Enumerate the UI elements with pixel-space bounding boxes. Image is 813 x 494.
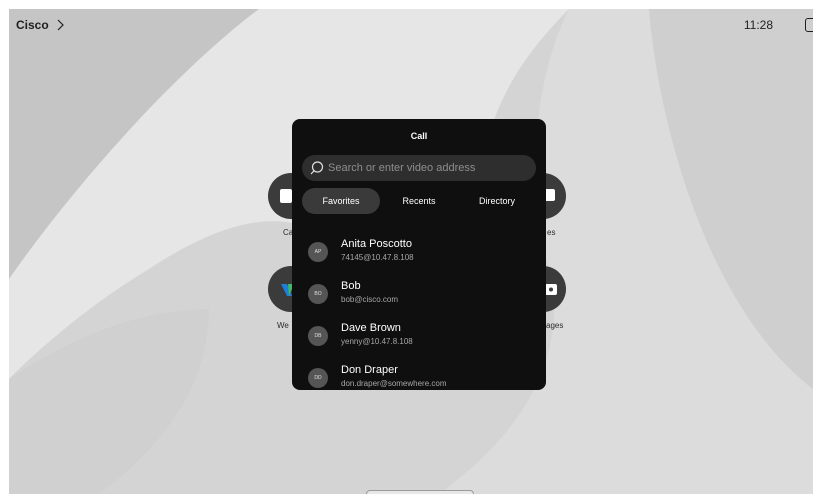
- contact-name: Anita Poscotto: [341, 238, 412, 250]
- search-field[interactable]: [302, 155, 536, 181]
- contact-row[interactable]: AP Anita Poscotto 74145@10.47.8.108: [308, 235, 538, 269]
- brand-label: Cisco: [16, 18, 49, 32]
- bottom-handle[interactable]: [366, 490, 474, 494]
- chevron-right-icon: [57, 19, 64, 31]
- breadcrumb[interactable]: Cisco: [16, 18, 65, 32]
- tab-directory[interactable]: Directory: [458, 188, 536, 214]
- contact-name: Don Draper: [341, 364, 398, 376]
- contact-address: yenny@10.47.8.108: [341, 337, 413, 346]
- call-icon: [280, 189, 292, 203]
- contact-row[interactable]: DD Don Draper don.draper@somewhere.com: [308, 361, 538, 395]
- contact-address: bob@cisco.com: [341, 295, 399, 304]
- contact-address: 74145@10.47.8.108: [341, 253, 414, 262]
- messages-tile-label: es: [547, 228, 556, 237]
- contact-row[interactable]: BO Bob bob@cisco.com: [308, 277, 538, 311]
- tab-recents[interactable]: Recents: [381, 188, 457, 214]
- avatar: DB: [308, 326, 328, 346]
- contact-address: don.draper@somewhere.com: [341, 379, 447, 388]
- search-icon: [310, 161, 324, 175]
- search-input[interactable]: [328, 162, 528, 174]
- tab-favorites[interactable]: Favorites: [302, 188, 380, 214]
- contact-name: Bob: [341, 280, 361, 292]
- contact-row[interactable]: DB Dave Brown yenny@10.47.8.108: [308, 319, 538, 353]
- clock: 11:28: [743, 18, 773, 32]
- avatar: BO: [308, 284, 328, 304]
- tab-bar: Favorites Recents Directory: [302, 188, 536, 214]
- avatar: DD: [308, 368, 328, 388]
- panel-title: Call: [410, 131, 428, 141]
- whiteboard-tile-label: ages: [546, 321, 564, 330]
- avatar: AP: [308, 242, 328, 262]
- device-status-icon[interactable]: [805, 18, 813, 32]
- call-panel: Call Favorites Recents Directory AP Anit…: [292, 119, 546, 390]
- webex-tile-label: We: [277, 321, 289, 330]
- device-screen: Cisco 11:28 Ca es We ages Call Search or…: [9, 9, 813, 494]
- contact-name: Dave Brown: [341, 322, 401, 334]
